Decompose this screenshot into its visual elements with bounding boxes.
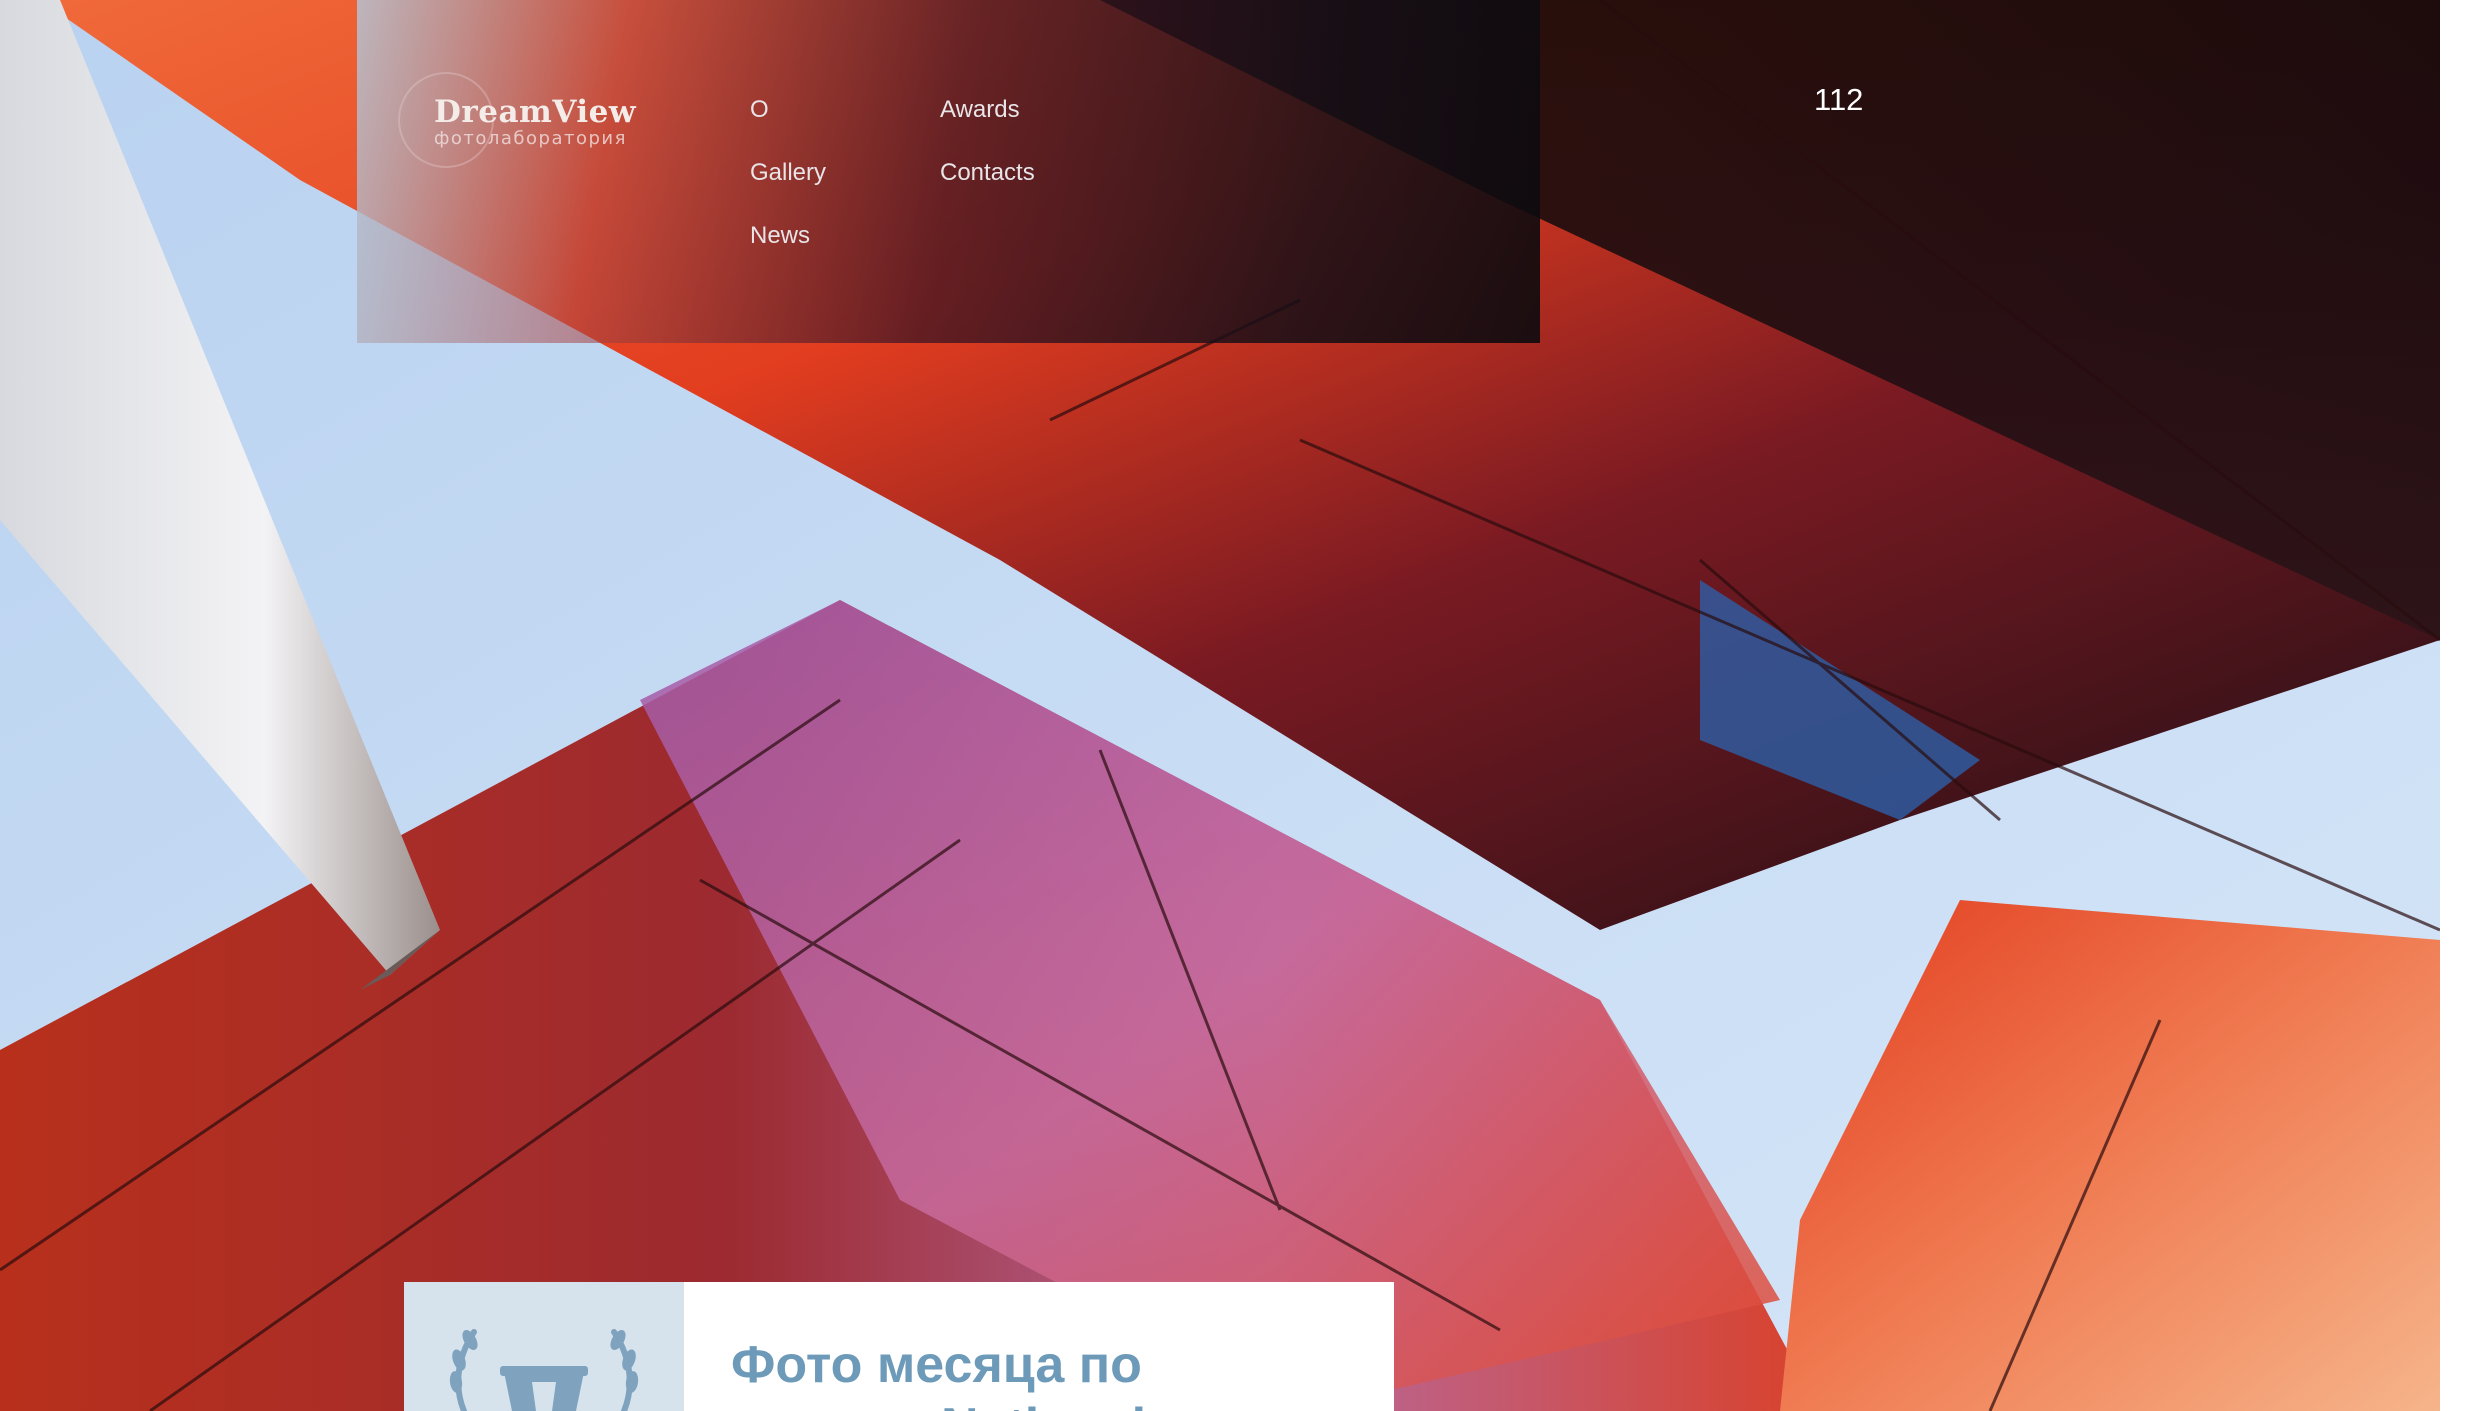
nav-item-about[interactable]: О	[750, 96, 769, 124]
card-title: Фото месяца по National	[731, 1334, 1371, 1411]
nav-item-awards[interactable]: Awards	[940, 96, 1020, 124]
card-title-line-2: National	[731, 1396, 1371, 1411]
page-edge	[2440, 0, 2468, 1411]
brand-name: DreamView	[434, 94, 637, 130]
card-title-line-1: Фото месяца по	[731, 1336, 1142, 1394]
nav-item-gallery[interactable]: Gallery	[750, 159, 826, 187]
brand-logo[interactable]: DreamView фотолаборатория	[398, 70, 648, 170]
slide-counter: 112	[1814, 82, 1864, 117]
nav-item-contacts[interactable]: Contacts	[940, 159, 1035, 187]
news-card[interactable]: Фото месяца по National	[404, 1282, 1394, 1411]
trophy-laurel-icon	[449, 1329, 639, 1411]
nav-item-news[interactable]: News	[750, 222, 810, 250]
brand-subtitle: фотолаборатория	[434, 128, 627, 149]
card-thumbnail	[404, 1282, 684, 1411]
